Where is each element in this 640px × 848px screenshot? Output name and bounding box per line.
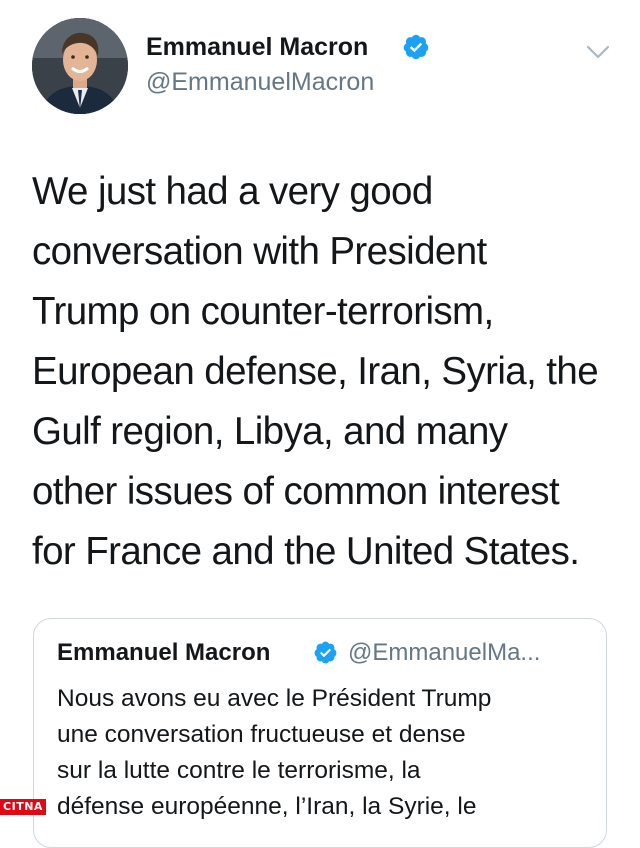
chevron-down-icon[interactable]: [584, 40, 612, 64]
quoted-author-handle: @EmmanuelMa...: [348, 639, 541, 666]
avatar-photo: [32, 18, 128, 114]
tweet-text-line: European defense, Iran, Syria, the: [32, 350, 599, 393]
tweet-text-line: other issues of common interest: [32, 470, 560, 513]
quoted-text-line: une conversation fructueuse et dense: [57, 721, 466, 748]
quoted-text-line: défense européenne, l’Iran, la Syrie, le: [57, 793, 477, 820]
verified-badge-icon: [403, 34, 429, 60]
tweet-text: We just had a very good conversation wit…: [32, 162, 616, 582]
tweet-text-line: conversation with President: [32, 230, 487, 273]
tweet-text-line: We just had a very good: [32, 170, 433, 213]
quoted-text-line: Nous avons eu avec le Président Trump: [57, 685, 492, 712]
tweet-text-line: for France and the United States.: [32, 530, 580, 573]
avatar[interactable]: [32, 18, 128, 114]
quoted-tweet-card[interactable]: Emmanuel Macron @EmmanuelMa... Nous avon…: [33, 618, 607, 848]
watermark-logo: CITNA: [0, 799, 46, 815]
author-name[interactable]: Emmanuel Macron: [146, 33, 368, 62]
tweet-text-line: Gulf region, Libya, and many: [32, 410, 508, 453]
tweet-header: Emmanuel Macron @EmmanuelMacron: [0, 0, 640, 130]
author-handle[interactable]: @EmmanuelMacron: [146, 68, 374, 97]
quoted-tweet-text: Nous avons eu avec le Président Trump un…: [57, 681, 597, 825]
quoted-author-name: Emmanuel Macron: [57, 639, 271, 666]
verified-badge-icon: [314, 641, 337, 664]
tweet-text-line: Trump on counter-terrorism,: [32, 290, 494, 333]
quoted-text-line: sur la lutte contre le terrorisme, la: [57, 757, 421, 784]
